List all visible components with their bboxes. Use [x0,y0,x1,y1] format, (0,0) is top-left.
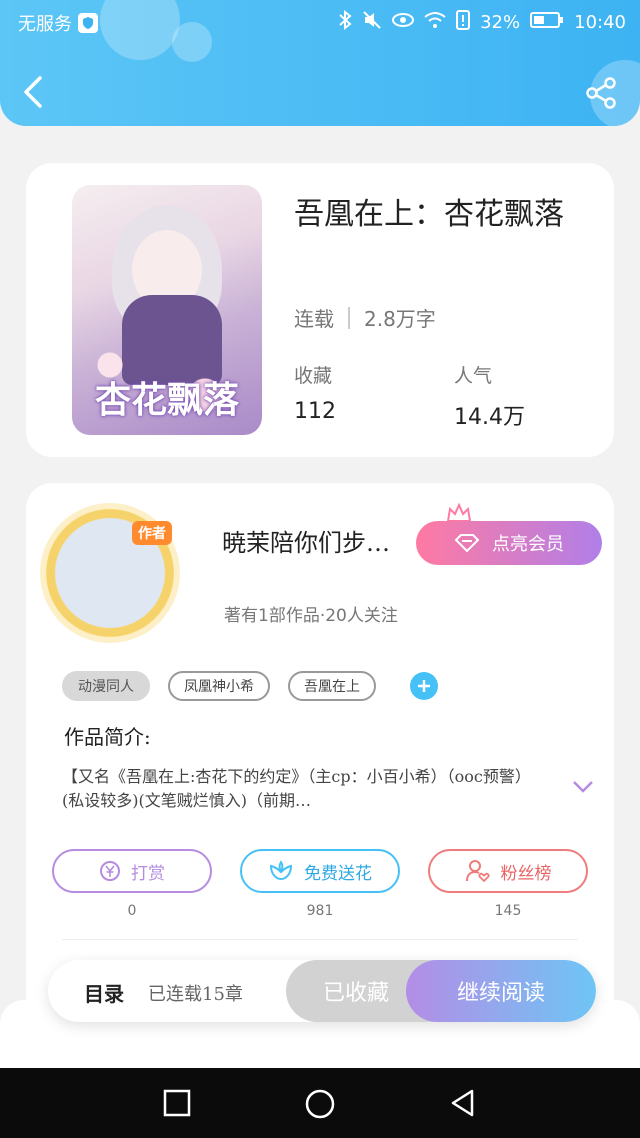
fans-count: 145 [494,903,522,919]
alert-icon [456,10,471,35]
author-avatar[interactable]: 作者 [40,503,180,643]
flower-icon [269,860,293,881]
battery-percent: 32% [480,12,521,33]
recent-apps-button[interactable] [162,1088,192,1118]
chapter-count[interactable]: 已连载15章 [148,980,243,1006]
word-count: 2.8万字 [364,307,436,331]
add-tag-button[interactable] [410,672,438,700]
book-title: 吾凰在上：杏花飘落 [294,197,564,232]
user-heart-icon [465,860,489,883]
popularity-value: 14.4万 [454,405,525,430]
tag-list: 动漫同人 凤凰神小希 吾凰在上 [62,671,438,701]
continue-reading-button[interactable]: 继续阅读 [406,960,596,1022]
eye-icon [392,12,415,33]
vip-label: 点亮会员 [492,534,564,555]
yuan-icon [100,861,120,881]
triangle-back-icon [451,1089,474,1117]
serial-status: 连载 [294,307,334,331]
tag-chip[interactable]: 动漫同人 [62,671,150,701]
chevron-left-icon [24,76,42,108]
flower-label: 免费送花 [304,863,372,884]
chevron-down-icon [573,781,593,793]
book-meta: 连载 2.8万字 [294,303,436,332]
tag-chip[interactable]: 吾凰在上 [288,671,376,701]
author-info: 著有1部作品·20人关注 [224,606,398,626]
collect-label: 收藏 [294,365,333,387]
share-button[interactable] [584,76,618,110]
divider [348,306,350,329]
book-info-card: 杏花飘落 吾凰在上：杏花飘落 连载 2.8万字 收藏 112 人气 14.4万 [26,163,614,457]
toc-button[interactable]: 目录 [84,978,124,1007]
cover-title: 杏花飘落 [94,379,239,421]
diamond-icon [454,534,480,553]
fans-label: 粉丝榜 [500,863,552,884]
back-button[interactable] [20,74,50,110]
tag-chip[interactable]: 凤凰神小希 [168,671,270,701]
intro-label: 作品简介: [64,725,151,749]
back-nav-button[interactable] [448,1088,478,1118]
carrier-text: 无服务 [18,14,72,35]
mute-icon [362,10,382,35]
circle-icon [305,1089,335,1119]
divider [62,939,578,940]
reward-count: 0 [127,903,137,919]
intro-text: 【又名《吾凰在上:杏花下的约定》（主cp：小百小希）（ooc预警）(私设较多)(… [62,767,531,810]
expand-button[interactable] [572,779,594,793]
wifi-icon [424,11,446,34]
system-nav-bar [0,1068,640,1138]
author-tag: 作者 [132,521,172,545]
popularity-label: 人气 [454,365,493,387]
reward-label: 打赏 [131,863,165,884]
battery-icon [530,11,564,34]
author-name[interactable]: 暁茉陪你们步… [222,523,422,558]
reward-button[interactable]: 打赏 [52,849,212,893]
book-cover[interactable]: 杏花飘落 [72,185,262,435]
square-icon [163,1089,191,1117]
collect-value: 112 [294,399,336,424]
vip-button[interactable]: 点亮会员 [416,521,602,565]
flower-count: 981 [306,903,334,919]
status-bar: 无服务 32% 10:40 [0,8,640,36]
crown-icon [446,503,472,522]
plus-icon [418,680,430,692]
header: 无服务 32% 10:40 [0,0,640,126]
bottom-action-bar: 目录 已连载15章 已收藏 继续阅读 [48,960,596,1022]
shield-icon [78,13,98,33]
share-icon [586,77,616,109]
bluetooth-icon [338,9,352,35]
fans-rank-button[interactable]: 粉丝榜 [428,849,588,893]
send-flower-button[interactable]: 免费送花 [240,849,400,893]
home-button[interactable] [304,1088,335,1119]
clock-time: 10:40 [574,12,626,33]
